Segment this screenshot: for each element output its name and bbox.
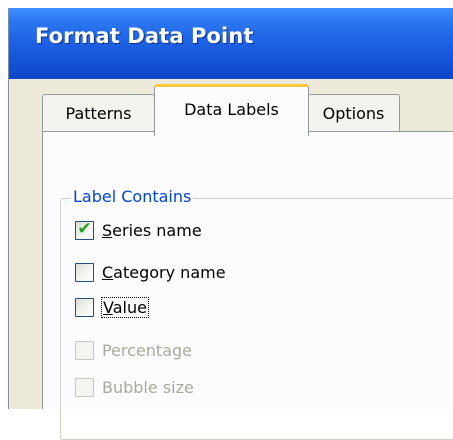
data-labels-panel: Label Contains ✔ Series name Category na… [42, 131, 453, 440]
percentage-checkbox: Percentage [75, 339, 192, 361]
tab-data-labels[interactable]: Data Labels [154, 84, 309, 136]
series-name-checkbox[interactable]: ✔ Series name [75, 219, 202, 241]
label-contains-heading: Label Contains [71, 187, 194, 206]
label-contains-group: Label Contains ✔ Series name Category na… [60, 187, 453, 440]
checkbox-box [75, 377, 94, 397]
tab-options-label: Options [322, 104, 385, 123]
tab-data-labels-label: Data Labels [184, 100, 279, 119]
checkbox-box[interactable] [75, 262, 94, 282]
tab-patterns[interactable]: Patterns [42, 94, 155, 132]
checkbox-box [75, 340, 94, 360]
dialog-title: Format Data Point [35, 24, 254, 48]
category-name-label: Category name [102, 262, 226, 282]
format-data-point-dialog: Format Data Point Patterns Data Labels O… [8, 8, 453, 440]
series-name-label: Series name [102, 220, 202, 240]
bubble-size-checkbox: Bubble size [75, 376, 194, 398]
tab-options[interactable]: Options [307, 94, 400, 132]
title-bar[interactable]: Format Data Point [9, 8, 453, 79]
checkmark-icon: ✔ [77, 219, 92, 239]
checkbox-box[interactable]: ✔ [75, 219, 94, 240]
tab-patterns-label: Patterns [65, 104, 132, 123]
category-name-checkbox[interactable]: Category name [75, 261, 226, 283]
bubble-size-label: Bubble size [102, 377, 194, 397]
value-label: Value [101, 296, 149, 318]
percentage-label: Percentage [102, 340, 193, 360]
checkbox-box[interactable] [75, 297, 94, 317]
value-checkbox[interactable]: Value [75, 296, 149, 318]
